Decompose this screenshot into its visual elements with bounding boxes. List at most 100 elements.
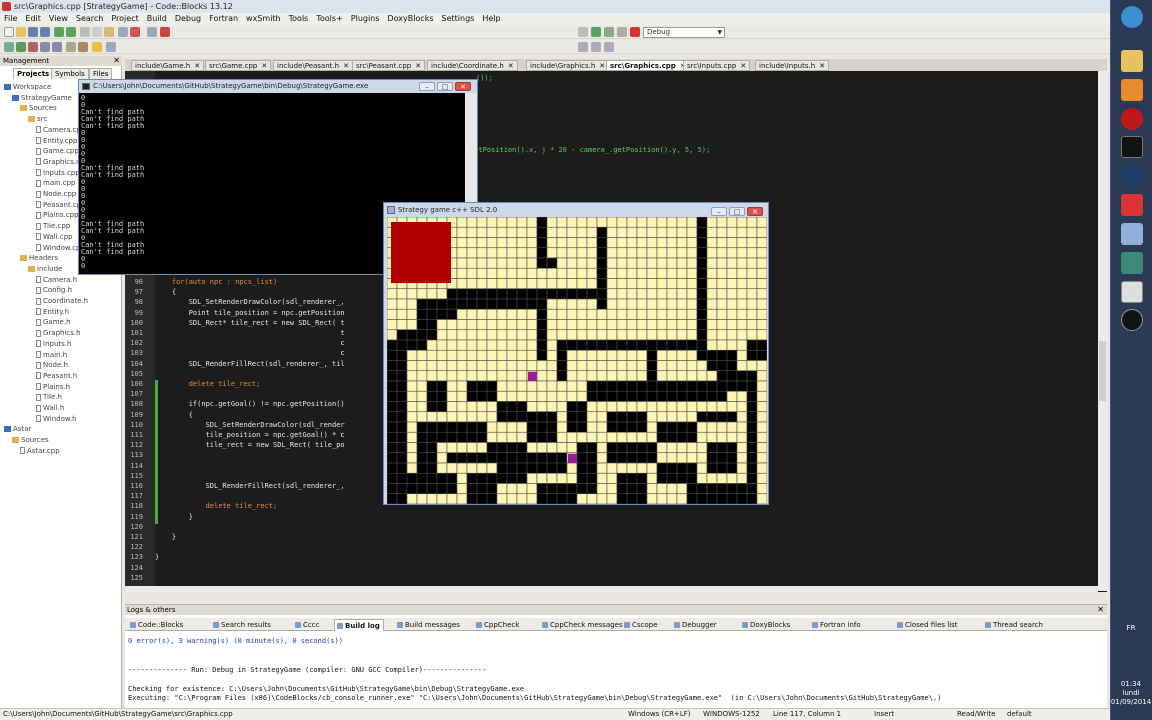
- floor-tile[interactable]: [496, 360, 508, 372]
- media-player-icon[interactable]: [1121, 79, 1143, 101]
- floor-tile[interactable]: [706, 278, 718, 290]
- floor-tile[interactable]: [436, 452, 448, 464]
- wall-tile[interactable]: [556, 493, 568, 504]
- wall-tile[interactable]: [656, 390, 668, 402]
- floor-tile[interactable]: [466, 462, 478, 474]
- wall-tile[interactable]: [536, 483, 548, 495]
- wall-tile[interactable]: [706, 390, 718, 402]
- wall-tile[interactable]: [446, 483, 458, 495]
- floor-tile[interactable]: [726, 278, 738, 290]
- floor-tile[interactable]: [616, 462, 628, 474]
- npc-unit[interactable]: [528, 371, 537, 381]
- save-all-icon[interactable]: [40, 27, 50, 37]
- wall-tile[interactable]: [496, 298, 508, 310]
- wall-tile[interactable]: [706, 411, 718, 423]
- floor-tile[interactable]: [436, 349, 448, 361]
- floor-tile[interactable]: [606, 483, 618, 495]
- floor-tile[interactable]: [486, 247, 498, 259]
- wall-tile[interactable]: [596, 247, 608, 259]
- floor-tile[interactable]: [456, 442, 468, 454]
- floor-tile[interactable]: [646, 401, 658, 413]
- floor-tile[interactable]: [716, 267, 728, 279]
- floor-tile[interactable]: [566, 370, 578, 382]
- floor-tile[interactable]: [736, 472, 748, 484]
- floor-tile[interactable]: [546, 226, 558, 238]
- floor-tile[interactable]: [496, 483, 508, 495]
- floor-tile[interactable]: [387, 329, 398, 341]
- floor-tile[interactable]: [436, 462, 448, 474]
- floor-tile[interactable]: [436, 319, 448, 331]
- floor-tile[interactable]: [576, 349, 588, 361]
- wall-tile[interactable]: [576, 288, 588, 300]
- floor-tile[interactable]: [516, 421, 528, 433]
- floor-tile[interactable]: [756, 237, 767, 249]
- floor-tile[interactable]: [556, 390, 568, 402]
- floor-tile[interactable]: [606, 401, 618, 413]
- floor-tile[interactable]: [456, 493, 468, 504]
- floor-tile[interactable]: [666, 370, 678, 382]
- wall-tile[interactable]: [466, 483, 478, 495]
- opera-icon[interactable]: [1121, 108, 1143, 130]
- wall-tile[interactable]: [756, 349, 767, 361]
- menu-settings[interactable]: Settings: [438, 13, 479, 25]
- floor-tile[interactable]: [616, 226, 628, 238]
- floor-tile[interactable]: [456, 349, 468, 361]
- floor-tile[interactable]: [616, 247, 628, 259]
- wall-tile[interactable]: [426, 308, 438, 320]
- wall-tile[interactable]: [516, 298, 528, 310]
- wall-tile[interactable]: [536, 452, 548, 464]
- wall-tile[interactable]: [396, 360, 408, 372]
- wall-tile[interactable]: [416, 442, 428, 454]
- floor-tile[interactable]: [666, 483, 678, 495]
- floor-tile[interactable]: [586, 247, 598, 259]
- wall-tile[interactable]: [656, 421, 668, 433]
- wall-tile[interactable]: [746, 472, 758, 484]
- wall-tile[interactable]: [526, 411, 538, 423]
- floor-tile[interactable]: [566, 217, 578, 228]
- floor-tile[interactable]: [686, 401, 698, 413]
- floor-tile[interactable]: [616, 329, 628, 341]
- floor-tile[interactable]: [456, 370, 468, 382]
- floor-tile[interactable]: [606, 319, 618, 331]
- floor-tile[interactable]: [726, 247, 738, 259]
- wall-tile[interactable]: [556, 452, 568, 464]
- wall-tile[interactable]: [456, 431, 468, 443]
- stop-icon[interactable]: [630, 27, 640, 37]
- tree-item[interactable]: Inputs.cpp: [36, 168, 80, 178]
- wall-tile[interactable]: [746, 411, 758, 423]
- wall-tile[interactable]: [716, 493, 728, 504]
- wall-tile[interactable]: [446, 452, 458, 464]
- floor-tile[interactable]: [666, 298, 678, 310]
- floor-tile[interactable]: [656, 493, 668, 504]
- base-building[interactable]: [391, 222, 451, 283]
- floor-tile[interactable]: [486, 278, 498, 290]
- wall-tile[interactable]: [606, 380, 618, 392]
- floor-tile[interactable]: [706, 308, 718, 320]
- floor-tile[interactable]: [506, 267, 518, 279]
- floor-tile[interactable]: [636, 226, 648, 238]
- floor-tile[interactable]: [756, 298, 767, 310]
- wall-tile[interactable]: [706, 360, 718, 372]
- tree-item[interactable]: Astar: [4, 424, 31, 434]
- floor-tile[interactable]: [506, 247, 518, 259]
- floor-tile[interactable]: [406, 349, 418, 361]
- floor-tile[interactable]: [596, 411, 608, 423]
- sdl-game-window[interactable]: Strategy game c++ SDL 2.0 – □ ✕: [383, 202, 769, 505]
- wall-tile[interactable]: [646, 390, 658, 402]
- menu-build[interactable]: Build: [143, 13, 171, 25]
- floor-tile[interactable]: [736, 431, 748, 443]
- wall-tile[interactable]: [636, 380, 648, 392]
- floor-tile[interactable]: [476, 442, 488, 454]
- floor-tile[interactable]: [506, 319, 518, 331]
- floor-tile[interactable]: [486, 401, 498, 413]
- floor-tile[interactable]: [526, 401, 538, 413]
- console-app-icon[interactable]: [1121, 136, 1143, 158]
- floor-tile[interactable]: [636, 308, 648, 320]
- wall-tile[interactable]: [626, 339, 638, 351]
- floor-tile[interactable]: [426, 493, 438, 504]
- wall-tile[interactable]: [706, 493, 718, 504]
- editor-tab[interactable]: src\Graphics.cpp✕: [606, 60, 690, 71]
- floor-tile[interactable]: [706, 329, 718, 341]
- floor-tile[interactable]: [606, 217, 618, 228]
- floor-tile[interactable]: [506, 339, 518, 351]
